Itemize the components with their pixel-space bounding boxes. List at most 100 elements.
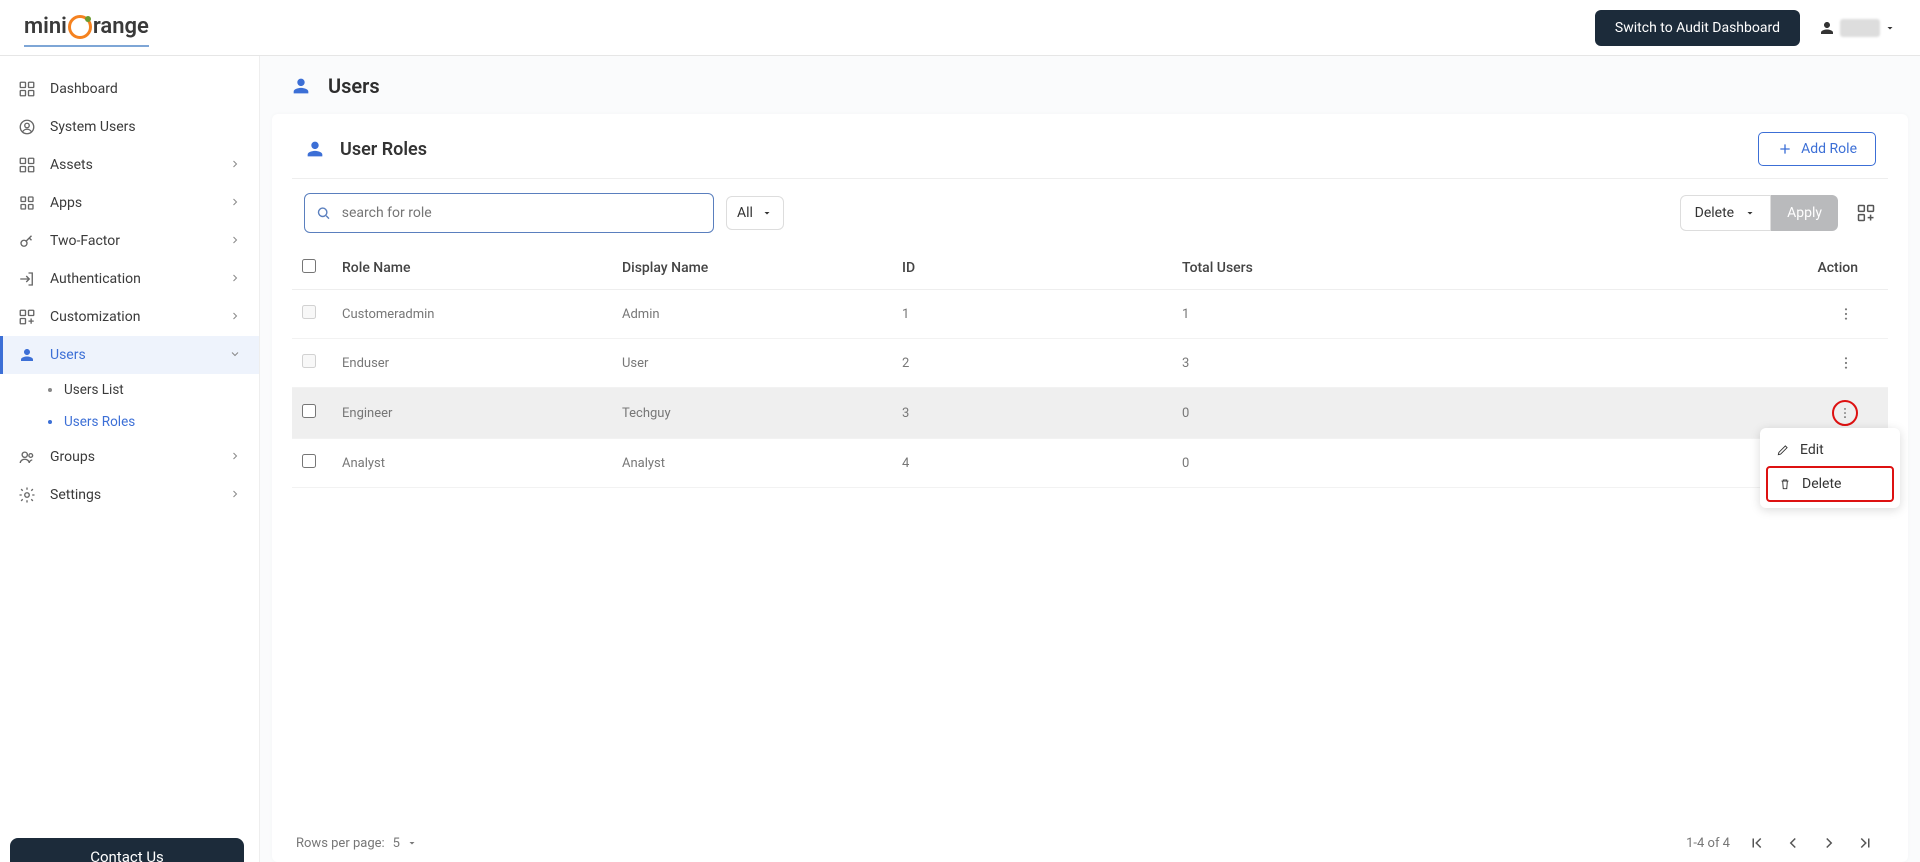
cell-display_name: Admin	[612, 290, 892, 339]
add-role-label: Add Role	[1801, 141, 1857, 157]
row-select-cell	[292, 290, 332, 339]
bullet-icon	[48, 388, 52, 392]
sidebar-item-users[interactable]: Users	[0, 336, 259, 374]
apps-icon	[18, 194, 36, 212]
last-page-button[interactable]	[1856, 834, 1874, 852]
row-action-menu: Edit Delete	[1760, 428, 1900, 508]
gear-icon	[18, 486, 36, 504]
next-page-button[interactable]	[1820, 834, 1838, 852]
sidebar-item-label: Dashboard	[50, 81, 118, 97]
rows-per-page-value: 5	[393, 836, 400, 851]
layout-toggle-button[interactable]	[1856, 203, 1876, 223]
menu-item-delete[interactable]: Delete	[1766, 466, 1894, 502]
logo-orange-o-icon	[68, 15, 92, 39]
sidebar-subitem-users-list[interactable]: Users List	[0, 374, 259, 406]
user-circle-icon	[18, 118, 36, 136]
search-input[interactable]	[342, 205, 703, 221]
cell-display_name: User	[612, 339, 892, 388]
select-all-checkbox[interactable]	[302, 259, 316, 273]
pagination-range: 1-4 of 4	[1686, 836, 1730, 851]
people-icon	[18, 448, 36, 466]
cell-id: 3	[892, 388, 1172, 439]
header-role-name: Role Name	[332, 247, 612, 290]
row-action-menu-button[interactable]	[1834, 302, 1858, 326]
toolbar: All Delete Apply	[292, 179, 1888, 241]
sidebar-item-dashboard[interactable]: Dashboard	[0, 70, 259, 108]
caret-down-icon	[1884, 22, 1896, 34]
cell-role_name: Enduser	[332, 339, 612, 388]
rows-per-page: Rows per page: 5	[296, 836, 418, 851]
cell-id: 2	[892, 339, 1172, 388]
cell-total_users: 0	[1172, 439, 1768, 488]
sidebar-item-label: Customization	[50, 309, 140, 325]
cell-display_name: Analyst	[612, 439, 892, 488]
header-id: ID	[892, 247, 1172, 290]
bulk-action-value: Delete	[1695, 205, 1734, 221]
main-content: Users User Roles Add Role All	[260, 56, 1920, 862]
customization-icon	[18, 308, 36, 326]
logo-text-pre: mini	[24, 14, 67, 39]
menu-item-label: Edit	[1800, 442, 1824, 458]
header-total-users: Total Users	[1172, 247, 1768, 290]
apply-button[interactable]: Apply	[1771, 195, 1838, 231]
prev-page-button[interactable]	[1784, 834, 1802, 852]
top-header: mini range Switch to Audit Dashboard	[0, 0, 1920, 56]
person-icon	[290, 75, 312, 97]
row-action-menu-button[interactable]	[1832, 400, 1858, 426]
menu-item-label: Delete	[1802, 476, 1841, 492]
row-select-cell	[292, 388, 332, 439]
plus-icon	[1777, 141, 1793, 157]
prev-page-icon	[1784, 834, 1802, 852]
row-select-checkbox	[302, 354, 316, 368]
cell-total_users: 1	[1172, 290, 1768, 339]
logo-text-post: range	[93, 14, 149, 39]
menu-item-edit[interactable]: Edit	[1766, 434, 1894, 466]
kebab-icon	[1838, 405, 1852, 421]
row-select-checkbox[interactable]	[302, 454, 316, 468]
sidebar-item-groups[interactable]: Groups	[0, 438, 259, 476]
rows-per-page-select[interactable]: 5	[393, 836, 418, 851]
sidebar-item-apps[interactable]: Apps	[0, 184, 259, 222]
kebab-icon	[1838, 355, 1854, 371]
sidebar-item-label: Settings	[50, 487, 101, 503]
cell-action	[1768, 339, 1888, 388]
sidebar-subitem-users-roles[interactable]: Users Roles	[0, 406, 259, 438]
sidebar-item-label: Authentication	[50, 271, 141, 287]
sidebar-item-system-users[interactable]: System Users	[0, 108, 259, 146]
bulk-action-select[interactable]: Delete	[1680, 195, 1771, 231]
key-icon	[18, 232, 36, 250]
table-row: EngineerTechguy30EditDelete	[292, 388, 1888, 439]
row-action-menu-button[interactable]	[1834, 351, 1858, 375]
filter-select[interactable]: All	[726, 196, 784, 230]
sidebar-item-label: Apps	[50, 195, 82, 211]
sidebar-item-customization[interactable]: Customization	[0, 298, 259, 336]
sidebar-item-authentication[interactable]: Authentication	[0, 260, 259, 298]
toolbar-right: Delete Apply	[1680, 195, 1876, 231]
add-role-button[interactable]: Add Role	[1758, 132, 1876, 166]
sidebar-item-settings[interactable]: Settings	[0, 476, 259, 514]
header-display-name: Display Name	[612, 247, 892, 290]
grid-plus-icon	[1856, 203, 1876, 223]
row-select-checkbox[interactable]	[302, 404, 316, 418]
cell-action	[1768, 290, 1888, 339]
caret-down-icon	[406, 837, 418, 849]
cell-id: 1	[892, 290, 1172, 339]
table-row: EnduserUser23	[292, 339, 1888, 388]
chevron-right-icon	[229, 488, 241, 503]
bullet-icon	[48, 420, 52, 424]
sidebar-item-assets[interactable]: Assets	[0, 146, 259, 184]
pagination-right: 1-4 of 4	[1686, 834, 1874, 852]
login-icon	[18, 270, 36, 288]
logo[interactable]: mini range	[24, 14, 149, 47]
sidebar: Dashboard System Users Assets Apps Two-F…	[0, 56, 260, 862]
contact-us-button[interactable]: Contact Us	[10, 838, 244, 862]
account-name-redacted	[1840, 19, 1880, 37]
sidebar-item-label: Users	[50, 347, 86, 363]
filter-value: All	[737, 205, 753, 221]
switch-dashboard-button[interactable]: Switch to Audit Dashboard	[1595, 10, 1800, 46]
sidebar-item-label: Assets	[50, 157, 93, 173]
sidebar-item-two-factor[interactable]: Two-Factor	[0, 222, 259, 260]
user-account-menu[interactable]	[1818, 19, 1896, 37]
first-page-button[interactable]	[1748, 834, 1766, 852]
card-header: User Roles Add Role	[292, 114, 1888, 179]
